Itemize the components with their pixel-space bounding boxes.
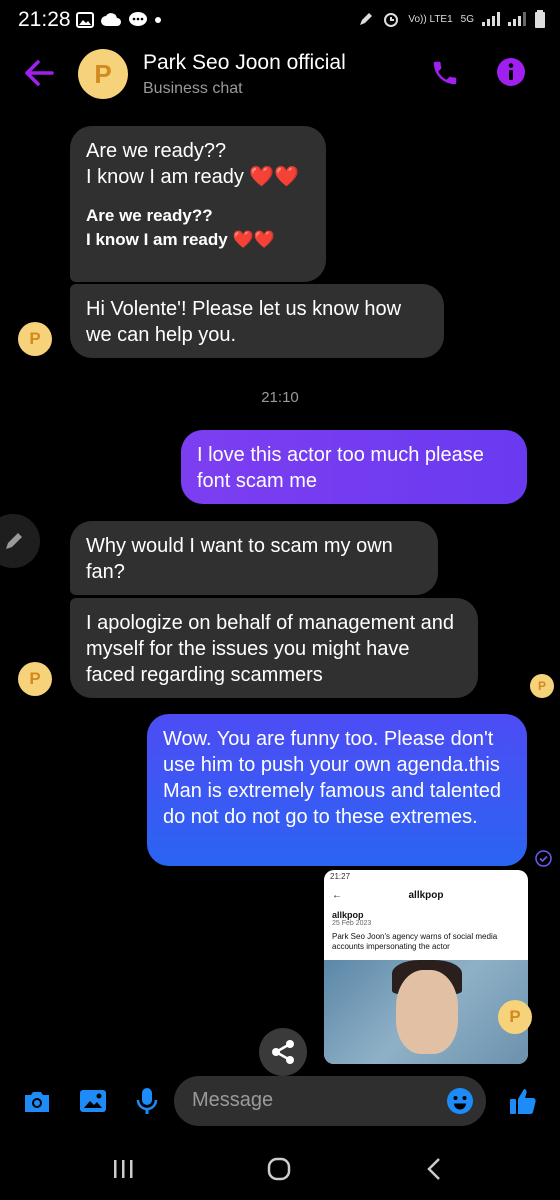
photo-face bbox=[396, 970, 458, 1054]
avatar[interactable]: P bbox=[78, 49, 128, 99]
message-text: I love this actor too much please font s… bbox=[197, 444, 484, 492]
message-bubble-incoming[interactable]: I apologize on behalf of management and … bbox=[70, 598, 478, 698]
message-text: Are we ready?? bbox=[86, 140, 227, 162]
cloud-notification-icon bbox=[101, 13, 121, 26]
back-arrow-icon[interactable] bbox=[22, 56, 56, 90]
alarm-icon bbox=[384, 13, 399, 27]
battery-icon bbox=[535, 10, 545, 28]
notification-icons bbox=[76, 11, 162, 29]
message-quote-line: I know I am ready ❤️❤️ bbox=[86, 230, 275, 249]
message-text: I apologize on behalf of management and … bbox=[86, 612, 455, 686]
seen-avatar: P bbox=[498, 1000, 532, 1034]
edit-button[interactable] bbox=[0, 514, 40, 568]
attachment-photo bbox=[324, 960, 528, 1064]
message-quote-line: Are we ready?? bbox=[86, 206, 213, 225]
seen-avatar: P bbox=[530, 674, 554, 698]
chat-title[interactable]: Park Seo Joon official bbox=[143, 51, 346, 75]
message-bubble-incoming[interactable]: Are we ready?? I know I am ready ❤️❤️ Ar… bbox=[70, 126, 326, 282]
network-label: Vo)) LTE1 bbox=[408, 13, 453, 25]
sender-avatar[interactable]: P bbox=[18, 662, 52, 696]
message-bubble-outgoing[interactable]: I love this actor too much please font s… bbox=[181, 430, 527, 504]
sender-avatar[interactable]: P bbox=[18, 322, 52, 356]
signal-icon bbox=[482, 12, 500, 26]
message-timestamp: 21:10 bbox=[261, 389, 299, 406]
message-text: Hi Volente'! Please let us know how we c… bbox=[86, 298, 402, 346]
recent-apps-icon[interactable] bbox=[108, 1154, 138, 1184]
gallery-notification-icon bbox=[76, 12, 94, 28]
message-text: Wow. You are funny too. Please don't use… bbox=[163, 728, 501, 828]
delivered-check-icon bbox=[535, 850, 552, 867]
camera-icon[interactable] bbox=[22, 1086, 52, 1116]
message-input[interactable]: Message bbox=[174, 1076, 486, 1126]
share-icon bbox=[272, 1040, 294, 1064]
signal-2-icon bbox=[508, 12, 526, 26]
edit-icon bbox=[6, 533, 22, 549]
pen-status-icon bbox=[360, 13, 373, 25]
home-icon[interactable] bbox=[264, 1154, 294, 1184]
dot-notification-icon bbox=[155, 17, 161, 23]
message-bubble-outgoing[interactable]: Wow. You are funny too. Please don't use… bbox=[147, 714, 527, 866]
image-attachment[interactable]: 21:27 ← allkpop allkpop 25 Feb 2023 Park… bbox=[324, 870, 528, 1064]
network-type: 5G bbox=[460, 13, 474, 25]
message-text: Why would I want to scam my own fan? bbox=[86, 535, 393, 583]
info-icon[interactable] bbox=[496, 57, 526, 87]
attachment-headline: Park Seo Joon's agency warns of social m… bbox=[332, 932, 498, 951]
phone-icon[interactable] bbox=[430, 58, 460, 88]
message-bubble-incoming[interactable]: Hi Volente'! Please let us know how we c… bbox=[70, 284, 444, 358]
attachment-source: allkpop bbox=[332, 910, 364, 920]
chat-subtitle: Business chat bbox=[143, 80, 243, 97]
thumbs-up-icon[interactable] bbox=[508, 1086, 538, 1116]
back-icon[interactable] bbox=[420, 1154, 450, 1184]
share-button[interactable] bbox=[259, 1028, 307, 1076]
gallery-icon[interactable] bbox=[78, 1086, 108, 1116]
status-time: 21:28 bbox=[18, 8, 71, 31]
status-bar: 21:28 Vo)) LTE1 5G bbox=[0, 0, 560, 40]
message-placeholder: Message bbox=[192, 1089, 274, 1111]
attachment-date: 25 Feb 2023 bbox=[332, 920, 372, 927]
message-bubble-incoming[interactable]: Why would I want to scam my own fan? bbox=[70, 521, 438, 595]
attachment-post: allkpop 25 Feb 2023 Park Seo Joon's agen… bbox=[324, 906, 528, 956]
composer-bar: Message bbox=[0, 1072, 560, 1132]
chat-header: P Park Seo Joon official Business chat bbox=[0, 40, 560, 110]
chat-notification-icon bbox=[129, 12, 147, 26]
status-right: Vo)) LTE1 5G bbox=[358, 10, 546, 28]
attachment-status-time: 21:27 bbox=[330, 872, 351, 881]
system-navigation-bar bbox=[0, 1136, 560, 1200]
message-text: I know I am ready ❤️❤️ bbox=[86, 166, 300, 188]
attachment-top-bar: ← allkpop bbox=[324, 884, 528, 906]
attachment-title: allkpop bbox=[408, 889, 444, 901]
microphone-icon[interactable] bbox=[132, 1086, 162, 1116]
emoji-icon[interactable] bbox=[446, 1087, 474, 1115]
message-quote: Are we ready?? I know I am ready ❤️❤️ bbox=[86, 204, 310, 252]
